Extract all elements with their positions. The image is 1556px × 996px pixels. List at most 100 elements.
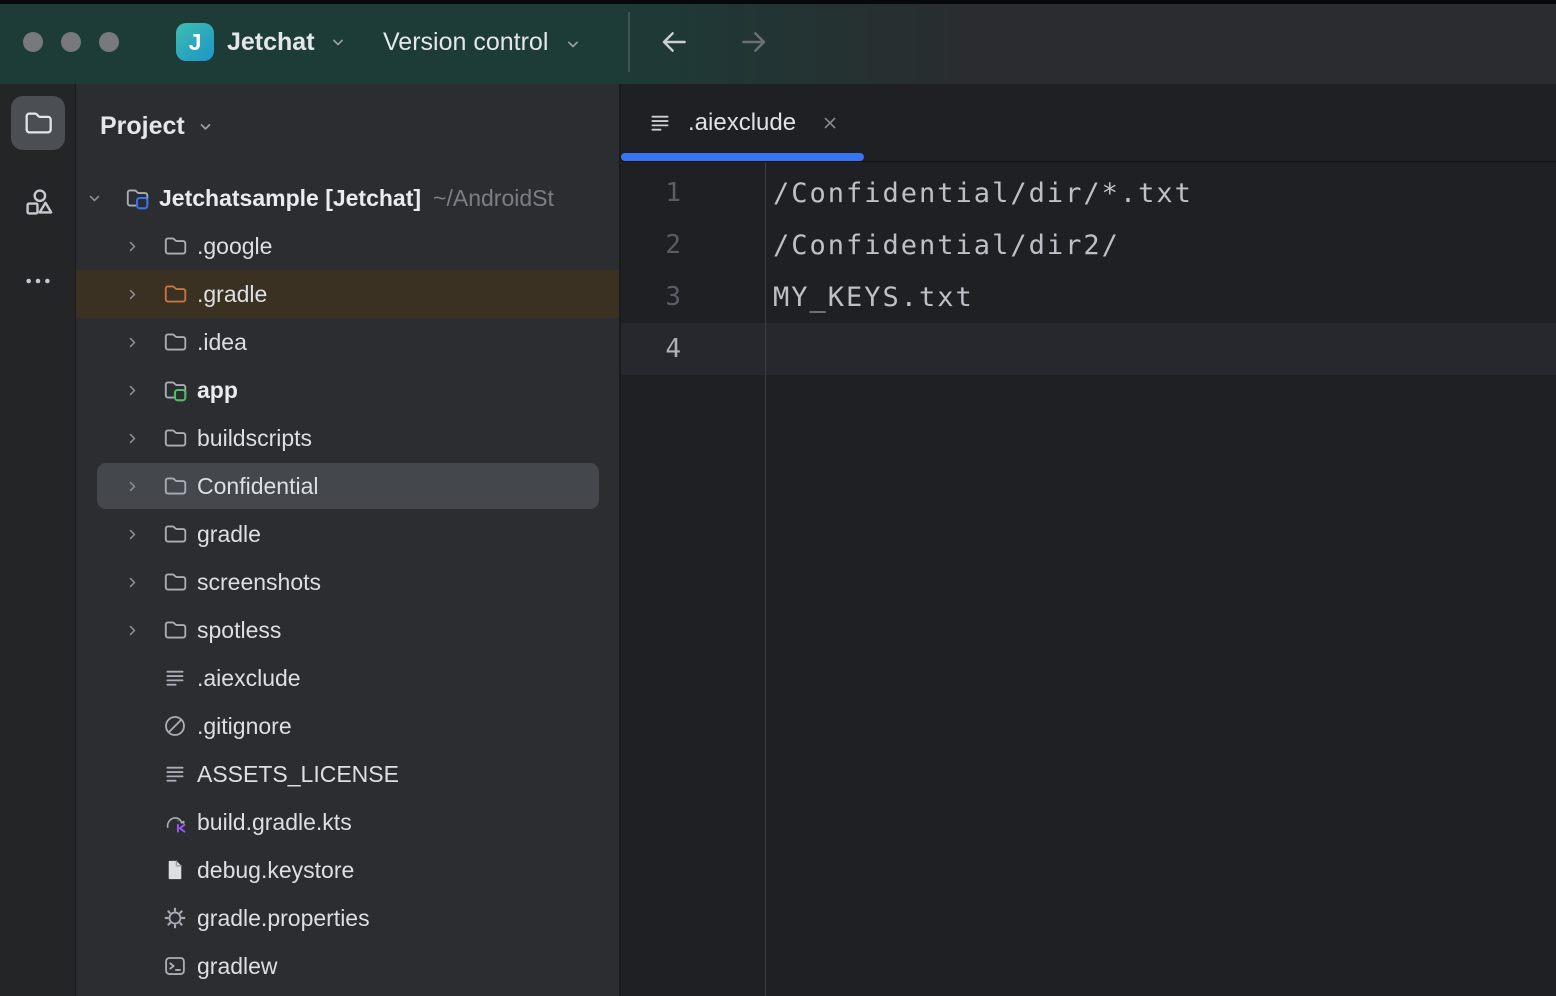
tree-item-screenshots[interactable]: screenshots <box>76 558 619 606</box>
line-code[interactable]: MY_KEYS.txt <box>765 282 974 313</box>
tool-window-button-resource-manager[interactable] <box>11 175 65 229</box>
vcs-selector[interactable]: Version control <box>383 0 583 84</box>
folder-icon <box>162 473 188 499</box>
tree-item-gradle[interactable]: gradle <box>76 510 619 558</box>
traffic-light-close-icon[interactable] <box>23 32 43 52</box>
line-number: 3 <box>621 282 765 312</box>
line-code[interactable]: /Confidential/dir/*.txt <box>765 178 1193 209</box>
tree-item-gradle-properties[interactable]: gradle.properties <box>76 894 619 942</box>
tree-item-buildscripts[interactable]: buildscripts <box>76 414 619 462</box>
tree-item-label: Confidential <box>197 473 318 500</box>
project-tool-window: Project Jetchatsample [Jetchat]~/Android… <box>76 84 621 996</box>
chevron-down-icon <box>563 32 583 52</box>
line-code[interactable]: /Confidential/dir2/ <box>765 230 1120 261</box>
tree-item-gradlew[interactable]: gradlew <box>76 942 619 990</box>
tree-item-label: gradle <box>197 521 261 548</box>
chevron-right-icon[interactable] <box>122 524 142 544</box>
gear-file-icon <box>162 905 188 931</box>
tree-item-label: screenshots <box>197 569 321 596</box>
tree-item-idea[interactable]: .idea <box>76 318 619 366</box>
tree-item-gradle[interactable]: .gradle <box>76 270 619 318</box>
tree-item-label: spotless <box>197 617 281 644</box>
tree-item-google[interactable]: .google <box>76 222 619 270</box>
tree-item-label: gradlew <box>197 953 278 980</box>
folder-orange-icon <box>162 281 188 307</box>
traffic-light-minimize-icon[interactable] <box>61 32 81 52</box>
chevron-right-icon[interactable] <box>122 236 142 256</box>
chevron-right-icon[interactable] <box>122 572 142 592</box>
tree-item-app[interactable]: app <box>76 366 619 414</box>
chevron-right-icon[interactable] <box>122 476 142 496</box>
editor-area: .aiexclude 1/Confidential/dir/*.txt2/Con… <box>621 84 1556 996</box>
tool-window-button-project[interactable] <box>11 96 65 150</box>
tree-item-label: app <box>197 377 238 404</box>
project-logo-badge: J <box>176 23 214 61</box>
tree-item-build-gradle-kts[interactable]: build.gradle.kts <box>76 798 619 846</box>
editor-tab-aiexclude[interactable]: .aiexclude <box>621 84 864 161</box>
main-content: Project Jetchatsample [Jetchat]~/Android… <box>0 84 1556 996</box>
chevron-right-icon[interactable] <box>122 620 142 640</box>
chevron-down-icon[interactable] <box>84 188 104 208</box>
chevron-right-icon[interactable] <box>122 284 142 304</box>
editor-line-4[interactable]: 4 <box>621 323 1556 375</box>
tree-item-label: .idea <box>197 329 247 356</box>
folder-icon <box>162 521 188 547</box>
folder-icon <box>162 617 188 643</box>
folder-icon <box>162 425 188 451</box>
tree-item-jetchatsample-jetchat[interactable]: Jetchatsample [Jetchat]~/AndroidSt <box>76 174 619 222</box>
tree-indent-spacer <box>122 812 142 832</box>
tree-item-label: build.gradle.kts <box>197 809 352 836</box>
ellipsis-icon <box>22 265 54 297</box>
code-editor[interactable]: 1/Confidential/dir/*.txt2/Confidential/d… <box>621 162 1556 996</box>
tree-item-label: .aiexclude <box>197 665 301 692</box>
editor-line-3[interactable]: 3MY_KEYS.txt <box>621 271 1556 323</box>
chevron-right-icon[interactable] <box>122 332 142 352</box>
tree-indent-spacer <box>122 716 142 736</box>
editor-tab-bar: .aiexclude <box>621 84 1556 162</box>
project-panel-header[interactable]: Project <box>100 108 619 144</box>
chevron-right-icon[interactable] <box>122 428 142 448</box>
navigate-back-button[interactable] <box>652 22 696 62</box>
tree-indent-spacer <box>122 956 142 976</box>
tree-indent-spacer <box>122 764 142 784</box>
vcs-selector-label: Version control <box>383 28 548 57</box>
project-selector-label: Jetchat <box>227 28 315 57</box>
chevron-right-icon[interactable] <box>122 380 142 400</box>
traffic-light-zoom-icon[interactable] <box>99 32 119 52</box>
tree-item-aiexclude[interactable]: .aiexclude <box>76 654 619 702</box>
tree-item-label: Jetchatsample [Jetchat] <box>159 185 421 212</box>
project-panel-title: Project <box>100 112 185 141</box>
tree-item-label: .gradle <box>197 281 267 308</box>
text-file-icon <box>162 665 188 691</box>
gutter-separator <box>765 162 766 996</box>
tree-indent-spacer <box>122 860 142 880</box>
tree-indent-spacer <box>122 908 142 928</box>
tree-item-gitignore[interactable]: .gitignore <box>76 702 619 750</box>
folder-icon <box>162 329 188 355</box>
active-tab-indicator <box>621 153 864 161</box>
tree-item-label: ASSETS_LICENSE <box>197 761 399 788</box>
editor-tab-label: .aiexclude <box>688 109 796 137</box>
folder-icon <box>162 569 188 595</box>
ignore-file-icon <box>162 713 188 739</box>
tree-item-confidential[interactable]: Confidential <box>76 462 619 510</box>
tree-item-spotless[interactable]: spotless <box>76 606 619 654</box>
project-tree: Jetchatsample [Jetchat]~/AndroidSt.googl… <box>76 174 619 990</box>
arrow-left-icon <box>658 26 690 58</box>
folder-icon <box>162 233 188 259</box>
editor-line-2[interactable]: 2/Confidential/dir2/ <box>621 219 1556 271</box>
module-folder-icon <box>162 377 188 403</box>
line-number: 4 <box>621 334 765 364</box>
line-number: 2 <box>621 230 765 260</box>
tree-indent-spacer <box>122 668 142 688</box>
tree-item-debug-keystore[interactable]: debug.keystore <box>76 846 619 894</box>
titlebar: J Jetchat Version control <box>0 0 1556 84</box>
tree-item-assets-license[interactable]: ASSETS_LICENSE <box>76 750 619 798</box>
tree-item-label: .gitignore <box>197 713 292 740</box>
navigate-forward-button[interactable] <box>732 22 776 62</box>
editor-line-1[interactable]: 1/Confidential/dir/*.txt <box>621 167 1556 219</box>
arrow-right-icon <box>738 26 770 58</box>
project-selector[interactable]: J Jetchat <box>176 0 348 84</box>
tool-window-button-more-tool-windows[interactable] <box>11 254 65 308</box>
close-tab-icon[interactable] <box>820 113 840 133</box>
